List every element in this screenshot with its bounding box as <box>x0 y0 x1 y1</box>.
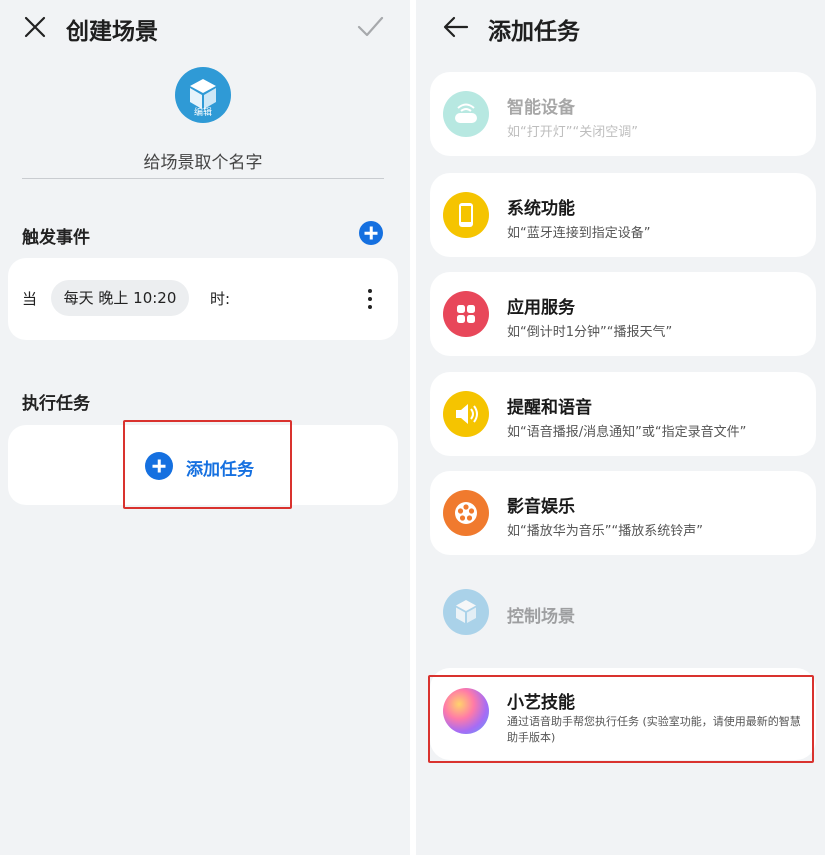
back-arrow-icon[interactable] <box>442 14 470 40</box>
add-task-screen: 添加任务 智能设备 如“打开灯”“关闭空调” 系统功能 如“蓝牙连接到指定设备”… <box>416 0 825 855</box>
task-item-title: 提醒和语音 <box>507 398 592 418</box>
close-icon[interactable] <box>22 14 48 40</box>
trigger-suffix: 时: <box>210 290 231 308</box>
task-item-system-function[interactable]: 系统功能 如“蓝牙连接到指定设备” <box>430 173 816 257</box>
task-item-title: 智能设备 <box>507 98 575 118</box>
task-item-media-entertainment[interactable]: 影音娱乐 如“播放华为音乐”“播放系统铃声” <box>430 471 816 555</box>
trigger-prefix: 当 <box>22 290 38 308</box>
task-item-subtitle: 如“蓝牙连接到指定设备” <box>507 226 651 241</box>
speaker-icon <box>443 391 489 437</box>
more-options-icon[interactable] <box>367 289 373 313</box>
trigger-section-title: 触发事件 <box>22 228 90 248</box>
film-reel-icon <box>443 490 489 536</box>
name-input-underline <box>22 178 384 179</box>
task-item-title: 应用服务 <box>507 298 575 318</box>
task-item-app-service[interactable]: 应用服务 如“倒计时1分钟”“播报天气” <box>430 272 816 356</box>
task-item-control-scene[interactable]: 控制场景 <box>430 570 816 654</box>
task-item-smart-device[interactable]: 智能设备 如“打开灯”“关闭空调” <box>430 72 816 156</box>
task-item-subtitle: 如“倒计时1分钟”“播报天气” <box>507 325 673 340</box>
confirm-check-icon[interactable] <box>356 14 384 40</box>
scene-icon[interactable]: 编辑 <box>175 67 231 123</box>
highlight-box <box>123 420 292 509</box>
task-item-subtitle: 如“打开灯”“关闭空调” <box>507 125 638 140</box>
tasks-section-title: 执行任务 <box>22 394 90 414</box>
smart-device-icon <box>443 91 489 137</box>
page-title: 添加任务 <box>488 19 580 45</box>
task-item-title: 系统功能 <box>507 199 575 219</box>
app-grid-icon <box>443 291 489 337</box>
trigger-card[interactable]: 当 每天 晚上 10:20 时: <box>8 258 398 340</box>
scene-name-input[interactable]: 给场景取个名字 <box>22 148 384 173</box>
task-item-subtitle: 如“播放华为音乐”“播放系统铃声” <box>507 524 703 539</box>
task-item-subtitle: 如“语音播报/消息通知”或“指定录音文件” <box>507 425 747 440</box>
task-item-title: 控制场景 <box>507 607 575 627</box>
trigger-time-pill[interactable]: 每天 晚上 10:20 <box>51 280 189 316</box>
add-trigger-button[interactable] <box>359 221 383 245</box>
highlight-box <box>428 675 814 763</box>
task-item-title: 影音娱乐 <box>507 497 575 517</box>
phone-icon <box>443 192 489 238</box>
page-title: 创建场景 <box>66 19 158 45</box>
cube-icon <box>443 589 489 635</box>
create-scene-screen: 创建场景 编辑 给场景取个名字 触发事件 当 每天 晚上 10:20 时: 执行… <box>0 0 410 855</box>
scene-icon-edit-label: 编辑 <box>193 108 212 118</box>
task-item-reminder-voice[interactable]: 提醒和语音 如“语音播报/消息通知”或“指定录音文件” <box>430 372 816 456</box>
